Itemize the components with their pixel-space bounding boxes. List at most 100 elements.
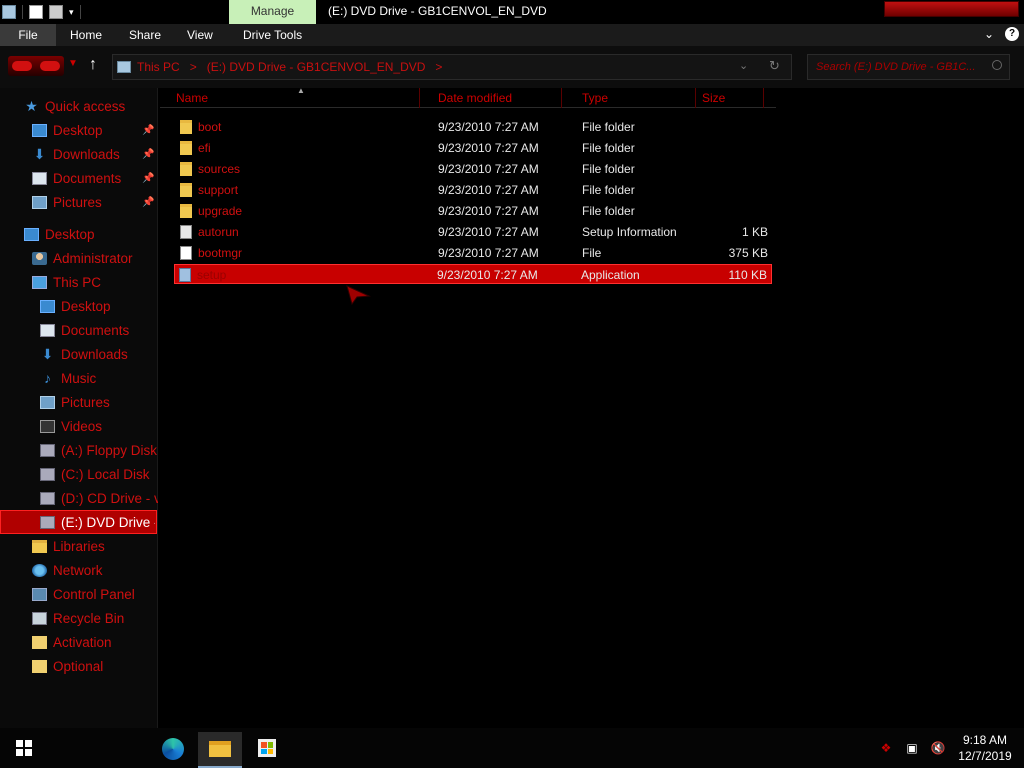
tab-view[interactable]: View <box>177 24 223 46</box>
pin-icon: 📌 <box>142 148 155 160</box>
up-arrow-icon[interactable]: ↑ <box>89 56 97 74</box>
msi-dragon-icon[interactable]: ❖ <box>878 741 894 755</box>
sidebar-item-this-pc-documents[interactable]: Documents <box>40 319 129 341</box>
file-row-sources[interactable]: sources 9/23/2010 7:27 AM File folder <box>176 159 772 179</box>
sidebar-item-label: Documents <box>61 322 130 338</box>
taskbar-edge-button[interactable] <box>150 732 194 768</box>
file-type: File folder <box>582 120 635 134</box>
file-date: 9/23/2010 7:27 AM <box>438 120 539 134</box>
sidebar-item-this-pc[interactable]: This PC <box>32 271 101 293</box>
tab-file[interactable]: File <box>0 24 56 46</box>
divider <box>22 5 23 19</box>
file-type: File folder <box>582 141 635 155</box>
file-row-setup[interactable]: setup 9/23/2010 7:27 AM Application 110 … <box>174 264 772 284</box>
taskbar-clock[interactable]: 9:18 AM 12/7/2019 <box>950 732 1020 764</box>
tab-share[interactable]: Share <box>119 24 171 46</box>
sidebar-item-this-pc-pictures[interactable]: Pictures <box>40 391 110 413</box>
network-status-icon[interactable]: ▣ <box>904 741 920 755</box>
sidebar-item-documents-pinned[interactable]: Documents 📌 <box>32 167 158 189</box>
sidebar-item-network[interactable]: Network <box>32 559 103 581</box>
breadcrumb-separator[interactable]: > <box>190 60 197 74</box>
refresh-icon[interactable]: ↻ <box>769 58 780 74</box>
breadcrumb-separator[interactable]: > <box>435 60 442 74</box>
sidebar-item-local-disk[interactable]: (C:) Local Disk <box>40 463 158 485</box>
sidebar-item-label: Optional <box>53 658 104 674</box>
file-row-boot[interactable]: boot 9/23/2010 7:27 AM File folder <box>176 117 772 137</box>
sidebar-item-videos[interactable]: Videos <box>40 415 102 437</box>
taskbar-store-button[interactable] <box>246 732 290 768</box>
pin-icon: 📌 <box>142 196 155 208</box>
sidebar-item-administrator[interactable]: Administrator <box>32 247 133 269</box>
documents-icon <box>40 323 55 337</box>
column-header-name[interactable]: Name <box>172 88 420 108</box>
breadcrumb-dvd-drive[interactable]: (E:) DVD Drive - GB1CENVOL_EN_DVD <box>207 60 426 74</box>
file-date: 9/23/2010 7:27 AM <box>438 183 539 197</box>
folder-icon <box>180 162 192 176</box>
window-controls[interactable] <box>884 1 1019 17</box>
help-icon[interactable]: ? <box>1005 27 1019 41</box>
quick-access-toolbar: ▾ <box>0 3 81 21</box>
file-date: 9/23/2010 7:27 AM <box>438 162 539 176</box>
sidebar-item-music[interactable]: ♪ Music <box>40 367 96 389</box>
sidebar-item-control-panel[interactable]: Control Panel <box>32 583 135 605</box>
address-bar[interactable]: This PC > (E:) DVD Drive - GB1CENVOL_EN_… <box>112 54 792 80</box>
tab-drive-tools[interactable]: Drive Tools <box>233 24 312 46</box>
star-icon: ★ <box>25 97 38 114</box>
customize-toolbar-icon[interactable]: ▾ <box>69 7 74 18</box>
volume-muted-icon[interactable]: 🔇 <box>930 741 946 755</box>
tab-home[interactable]: Home <box>60 24 112 46</box>
folder-icon <box>32 659 47 673</box>
forward-button[interactable] <box>40 61 60 71</box>
sidebar-item-label: Pictures <box>61 394 110 410</box>
breadcrumb-this-pc[interactable]: This PC <box>137 60 180 74</box>
manage-context-tab[interactable]: Manage <box>229 0 316 24</box>
address-dropdown-icon[interactable]: ⌄ <box>739 59 748 72</box>
file-type: Setup Information <box>582 225 677 239</box>
column-header-size[interactable]: Size <box>698 88 764 108</box>
sidebar-item-optional[interactable]: Optional <box>32 655 103 677</box>
sidebar-item-label: (C:) Local Disk <box>61 466 150 482</box>
file-row-autorun[interactable]: autorun 9/23/2010 7:27 AM Setup Informat… <box>176 222 772 242</box>
computer-icon <box>32 275 47 289</box>
search-icon[interactable] <box>992 60 1002 70</box>
folder-icon <box>180 141 192 155</box>
sidebar-item-cd-drive[interactable]: (D:) CD Drive - vi <box>40 487 158 509</box>
taskbar-file-explorer-button[interactable] <box>198 732 242 768</box>
libraries-icon <box>32 539 47 553</box>
windows-start-icon[interactable] <box>16 740 32 756</box>
expand-ribbon-icon[interactable]: ⌄ <box>984 27 994 41</box>
sidebar-item-pictures-pinned[interactable]: Pictures 📌 <box>32 191 158 213</box>
back-forward-buttons[interactable] <box>8 56 64 76</box>
sidebar-item-quick-access[interactable]: ★ Quick access <box>24 95 125 117</box>
sidebar-item-floppy-disk[interactable]: (A:) Floppy Disk <box>40 439 158 461</box>
sidebar-item-libraries[interactable]: Libraries <box>32 535 105 557</box>
new-folder-icon[interactable] <box>49 5 63 19</box>
column-header-date-modified[interactable]: Date modified <box>434 88 562 108</box>
file-row-support[interactable]: support 9/23/2010 7:27 AM File folder <box>176 180 772 200</box>
sidebar-item-desktop[interactable]: Desktop <box>24 223 95 245</box>
sidebar-item-this-pc-downloads[interactable]: ⬇ Downloads <box>40 343 128 365</box>
sidebar-item-label: This PC <box>53 274 102 290</box>
file-name: bootmgr <box>198 246 243 260</box>
breadcrumb: This PC > (E:) DVD Drive - GB1CENVOL_EN_… <box>137 60 442 74</box>
floppy-drive-icon <box>40 443 55 457</box>
back-button[interactable] <box>12 61 32 71</box>
file-explorer-icon <box>209 741 231 757</box>
file-row-bootmgr[interactable]: bootmgr 9/23/2010 7:27 AM File 375 KB <box>176 243 772 263</box>
sidebar-item-this-pc-desktop[interactable]: Desktop <box>40 295 111 317</box>
search-input[interactable]: Search (E:) DVD Drive - GB1C... <box>807 54 1010 80</box>
sidebar-item-activation[interactable]: Activation <box>32 631 112 653</box>
column-header-type[interactable]: Type <box>578 88 696 108</box>
properties-icon[interactable] <box>29 5 43 19</box>
file-row-upgrade[interactable]: upgrade 9/23/2010 7:27 AM File folder <box>176 201 772 221</box>
sidebar-item-label: Desktop <box>53 122 103 138</box>
sidebar-item-downloads-pinned[interactable]: ⬇ Downloads 📌 <box>32 143 158 165</box>
recent-locations-dropdown[interactable]: ▼ <box>68 58 78 69</box>
pin-icon: 📌 <box>142 124 155 136</box>
sidebar-item-label: Desktop <box>61 298 111 314</box>
sidebar-item-desktop-pinned[interactable]: Desktop 📌 <box>32 119 158 141</box>
sidebar-item-recycle-bin[interactable]: Recycle Bin <box>32 607 124 629</box>
file-row-efi[interactable]: efi 9/23/2010 7:27 AM File folder <box>176 138 772 158</box>
pictures-icon <box>40 395 55 409</box>
sidebar-item-dvd-drive[interactable]: (E:) DVD Drive - <box>40 511 155 533</box>
